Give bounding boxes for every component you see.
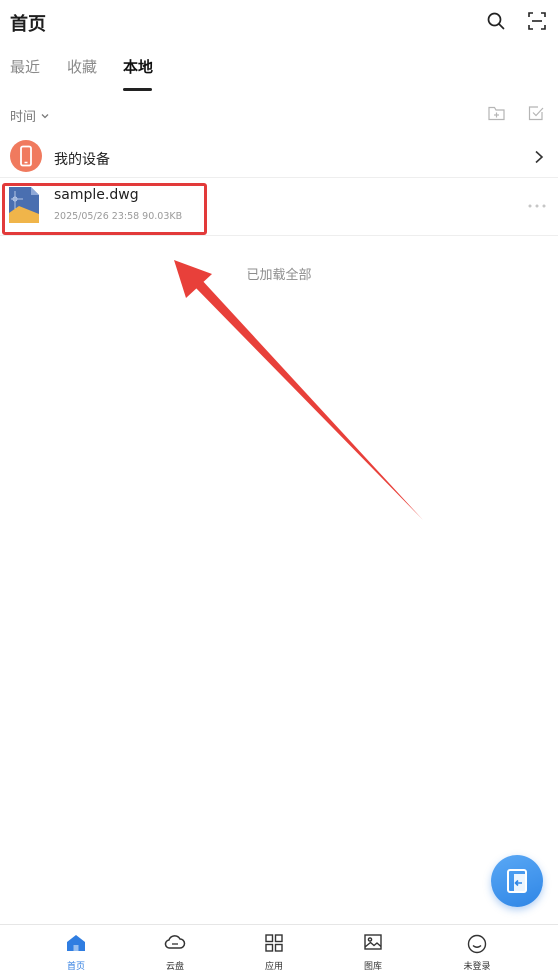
nav-label: 图库 xyxy=(363,962,382,972)
home-icon xyxy=(67,935,85,951)
nav-label: 首页 xyxy=(66,962,85,972)
nav-label: 云盘 xyxy=(165,962,184,972)
nav-label: 应用 xyxy=(264,962,283,972)
bottom-nav: 首页 云盘 应用 图库 未登录 xyxy=(0,924,558,973)
nav-label: 未登录 xyxy=(463,962,491,972)
smiley-icon xyxy=(467,934,487,954)
apps-grid-icon xyxy=(265,934,283,952)
nav-gallery[interactable]: 图库 xyxy=(343,925,403,973)
annotation-arrow xyxy=(174,260,423,520)
import-file-button[interactable] xyxy=(491,855,543,907)
nav-home[interactable]: 首页 xyxy=(46,925,106,973)
import-icon xyxy=(507,869,527,893)
nav-account[interactable]: 未登录 xyxy=(447,925,507,973)
nav-cloud[interactable]: 云盘 xyxy=(145,925,205,973)
cloud-icon xyxy=(164,935,186,949)
nav-apps[interactable]: 应用 xyxy=(244,925,304,973)
image-icon xyxy=(364,934,382,950)
